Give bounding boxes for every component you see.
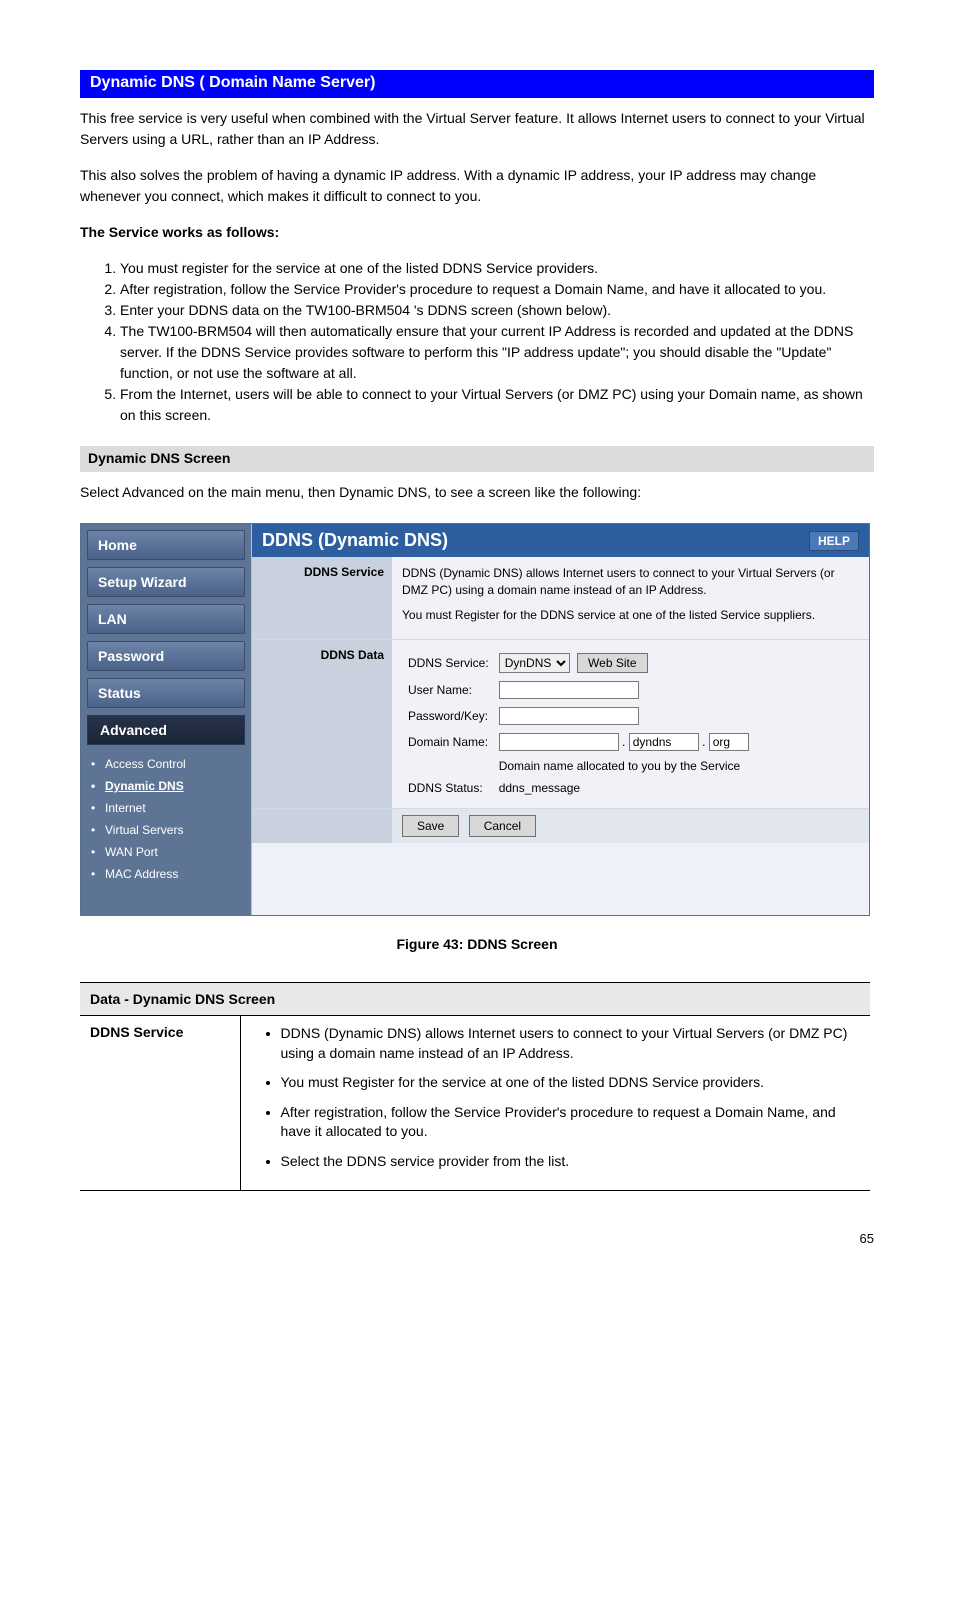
table-bullet: DDNS (Dynamic DNS) allows Internet users… [281,1024,861,1063]
nav-item-internet[interactable]: Internet [95,797,245,819]
nav-item-dynamic-dns[interactable]: Dynamic DNS [95,775,245,797]
service-field-label: DDNS Service: [404,650,493,676]
nav-advanced-list: Access Control Dynamic DNS Internet Virt… [87,753,245,885]
username-label: User Name: [404,678,493,702]
table-bullet: You must Register for the service at one… [281,1073,861,1093]
ddns-data-label: DDNS Data [252,640,392,808]
section-header-bar: Dynamic DNS ( Domain Name Server) [80,70,874,98]
domain-note: Domain name allocated to you by the Serv… [499,759,740,773]
table-bullet: After registration, follow the Service P… [281,1103,861,1142]
domain-dot-2: . [702,735,705,749]
table-row-label: DDNS Service [80,1016,240,1191]
content-panel: DDNS (Dynamic DNS) HELP DDNS Service DDN… [251,524,869,915]
website-button[interactable]: Web Site [577,653,647,673]
intro-paragraph-3: The Service works as follows: [80,222,874,243]
password-label: Password/Key: [404,704,493,728]
save-button[interactable]: Save [402,815,459,837]
router-admin-screenshot: Home Setup Wizard LAN Password Status Ad… [80,523,870,916]
nav-item-wan-port[interactable]: WAN Port [95,841,245,863]
subsection-intro: Select Advanced on the main menu, then D… [80,482,874,503]
nav-home[interactable]: Home [87,530,245,560]
ddns-service-label: DDNS Service [252,557,392,639]
help-button[interactable]: HELP [809,531,859,551]
intro-step: You must register for the service at one… [120,258,874,279]
nav-item-mac-address[interactable]: MAC Address [95,863,245,885]
panel-title-row: DDNS (Dynamic DNS) HELP [252,524,869,557]
password-input[interactable] [499,707,639,725]
subsection-header-bar: Dynamic DNS Screen [80,446,874,472]
nav-setup-wizard[interactable]: Setup Wizard [87,567,245,597]
domain-dot-1: . [622,735,625,749]
domain-mid-input[interactable] [629,733,699,751]
sidebar-nav: Home Setup Wizard LAN Password Status Ad… [81,524,251,915]
status-label: DDNS Status: [404,778,493,798]
table-bullet: Select the DDNS service provider from th… [281,1152,861,1172]
table-header: Data - Dynamic DNS Screen [80,983,870,1016]
data-description-table: Data - Dynamic DNS Screen DDNS Service D… [80,982,870,1191]
figure-caption: Figure 43: DDNS Screen [0,936,954,952]
intro-paragraph-2: This also solves the problem of having a… [80,165,874,207]
intro-paragraph-1: This free service is very useful when co… [80,108,874,150]
domain-suffix-input[interactable] [709,733,749,751]
domain-host-input[interactable] [499,733,619,751]
nav-password[interactable]: Password [87,641,245,671]
ddns-service-desc-1: DDNS (Dynamic DNS) allows Internet users… [402,565,859,599]
domain-label: Domain Name: [404,730,493,754]
nav-advanced-header: Advanced [87,715,245,745]
nav-lan[interactable]: LAN [87,604,245,634]
intro-steps: You must register for the service at one… [80,258,874,426]
page-number: 65 [0,1231,874,1246]
intro-step: After registration, follow the Service P… [120,279,874,300]
nav-status[interactable]: Status [87,678,245,708]
intro-step: The TW100-BRM504 will then automatically… [120,321,874,384]
intro-step: Enter your DDNS data on the TW100-BRM504… [120,300,874,321]
username-input[interactable] [499,681,639,699]
cancel-button[interactable]: Cancel [469,815,536,837]
ddns-service-desc-2: You must Register for the DDNS service a… [402,607,859,624]
ddns-service-select[interactable]: DynDNS [499,653,570,673]
panel-title: DDNS (Dynamic DNS) [262,530,448,551]
status-value: ddns_message [495,778,753,798]
intro-step: From the Internet, users will be able to… [120,384,874,426]
nav-item-virtual-servers[interactable]: Virtual Servers [95,819,245,841]
nav-item-access-control[interactable]: Access Control [95,753,245,775]
button-row-label [252,809,392,843]
